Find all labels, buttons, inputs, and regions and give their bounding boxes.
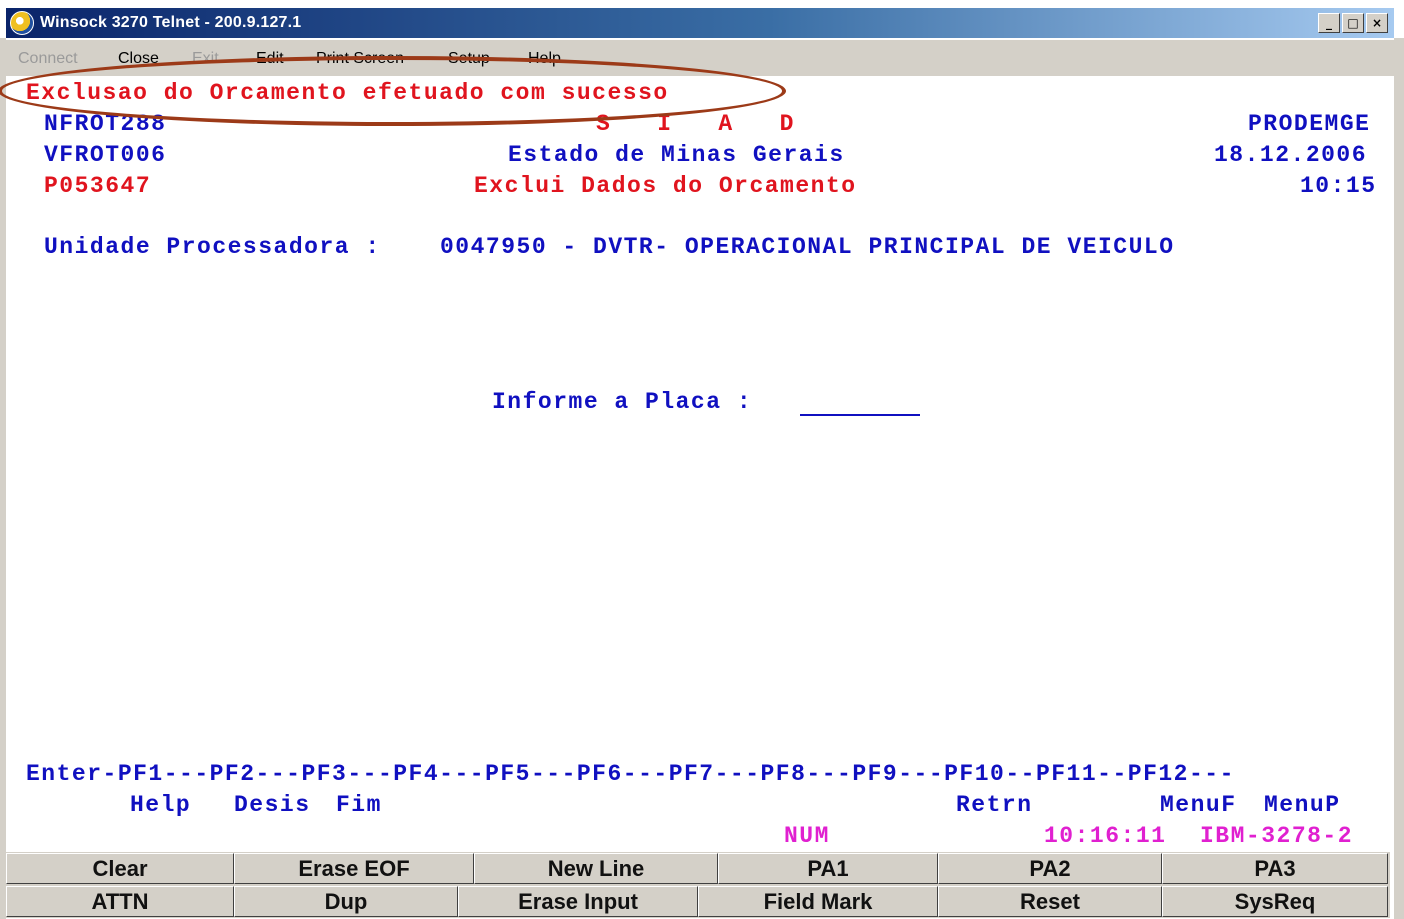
user-id: P053647 — [44, 173, 152, 199]
plate-label: Informe a Placa : — [492, 389, 753, 415]
window-right-border — [1394, 38, 1404, 919]
pa1-key[interactable]: PA1 — [718, 853, 938, 884]
pf3-fim-label[interactable]: Fim — [336, 792, 382, 818]
title-bar[interactable]: Winsock 3270 Telnet - 200.9.127.1 _ □ × — [6, 8, 1394, 38]
pf2-desis-label[interactable]: Desis — [234, 792, 311, 818]
window-controls: _ □ × — [1318, 13, 1388, 33]
sysreq-key[interactable]: SysReq — [1162, 886, 1388, 917]
transaction-id: VFROT006 — [44, 142, 167, 168]
pf12-menup-label[interactable]: MenuP — [1264, 792, 1341, 818]
num-lock-indicator: NUM — [784, 823, 830, 849]
close-button[interactable]: × — [1366, 13, 1388, 33]
reset-key[interactable]: Reset — [938, 886, 1162, 917]
new-line-key[interactable]: New Line — [474, 853, 718, 884]
minimize-button[interactable]: _ — [1318, 13, 1340, 33]
unit-label: Unidade Processadora : — [44, 234, 381, 260]
keypad: Clear Erase EOF New Line PA1 PA2 PA3 ATT… — [6, 852, 1390, 918]
maximize-button[interactable]: □ — [1342, 13, 1364, 33]
erase-eof-key[interactable]: Erase EOF — [234, 853, 474, 884]
pa2-key[interactable]: PA2 — [938, 853, 1162, 884]
pf11-menuf-label[interactable]: MenuF — [1160, 792, 1237, 818]
field-mark-key[interactable]: Field Mark — [698, 886, 938, 917]
plate-input-underline — [800, 414, 920, 416]
state-name: Estado de Minas Gerais — [508, 142, 845, 168]
annotation-oval — [0, 56, 786, 126]
app-icon[interactable] — [10, 11, 34, 35]
status-clock: 10:16:11 — [1044, 823, 1167, 849]
terminal-type: IBM-3278-2 — [1200, 823, 1354, 849]
window-title: Winsock 3270 Telnet - 200.9.127.1 — [40, 14, 302, 31]
dup-key[interactable]: Dup — [234, 886, 458, 917]
terminal-screen[interactable]: Exclusao do Orcamento efetuado com suces… — [6, 76, 1394, 852]
menu-connect[interactable]: Connect — [18, 50, 78, 68]
attn-key[interactable]: ATTN — [6, 886, 234, 917]
org-name: PRODEMGE — [1248, 111, 1371, 137]
screen-title: Exclui Dados do Orcamento — [474, 173, 857, 199]
erase-input-key[interactable]: Erase Input — [458, 886, 698, 917]
pf9-retrn-label[interactable]: Retrn — [956, 792, 1033, 818]
unit-value: 0047950 - DVTR- OPERACIONAL PRINCIPAL DE… — [440, 234, 1175, 260]
clear-key[interactable]: Clear — [6, 853, 234, 884]
current-time: 10:15 — [1300, 173, 1377, 199]
pf-keys-line: Enter-PF1---PF2---PF3---PF4---PF5---PF6-… — [26, 761, 1235, 787]
current-date: 18.12.2006 — [1214, 142, 1368, 168]
pf1-help-label[interactable]: Help — [130, 792, 191, 818]
pa3-key[interactable]: PA3 — [1162, 853, 1388, 884]
